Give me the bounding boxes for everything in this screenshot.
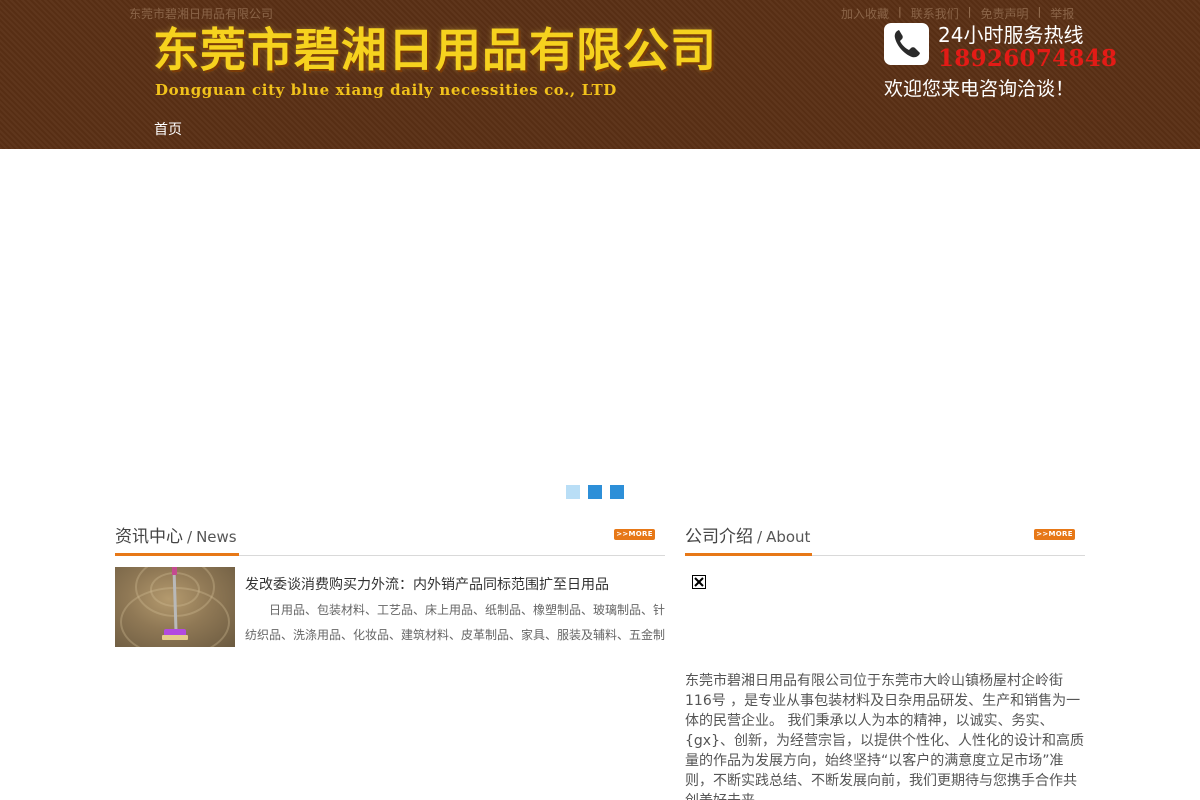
- hotline-number: 18926074848: [938, 45, 1118, 72]
- about-section-title: 公司介绍 / About: [685, 520, 813, 556]
- title-slash: /: [757, 528, 763, 546]
- about-description: 东莞市碧湘日用品有限公司位于东莞市大岭山镇杨屋村企岭街116号 ，是专业从事包装…: [685, 673, 1084, 800]
- company-logo-english: Dongguan city blue xiang daily necessiti…: [155, 81, 617, 99]
- news-item-desc: 日用品、包装材料、工艺品、床上用品、纸制品、橡塑制品、玻璃制品、针纺织品、洗涤用…: [245, 603, 665, 642]
- title-slash: /: [187, 528, 193, 546]
- news-section-title: 资讯中心 / News: [115, 520, 239, 556]
- slider-dots: [566, 485, 624, 499]
- mop-icon: [162, 567, 188, 640]
- about-title-cn: 公司介绍: [685, 527, 753, 547]
- about-title-en: About: [766, 528, 811, 546]
- news-title-cn: 资讯中心: [115, 527, 183, 547]
- news-title-en: News: [196, 528, 237, 546]
- service-hotline: 24小时服务热线 18926074848 欢迎您来电咨询洽谈！: [882, 18, 1117, 102]
- slider-dot-3[interactable]: [610, 485, 624, 499]
- phone-icon: [884, 23, 929, 65]
- slider-dot-1[interactable]: [566, 485, 580, 499]
- about-more-button[interactable]: >>MORE: [1034, 529, 1075, 540]
- broken-image-icon: [692, 575, 706, 589]
- list-item[interactable]: 发改委谈消费购买力外流：内外销产品同标范围扩至日用品 日用品、包装材料、工艺品、…: [115, 567, 665, 647]
- banner-slider: [0, 149, 1200, 514]
- slider-dot-2[interactable]: [588, 485, 602, 499]
- news-section-header: 资讯中心 / News >>MORE: [115, 520, 665, 556]
- news-thumbnail[interactable]: [115, 567, 235, 647]
- news-item-title[interactable]: 发改委谈消费购买力外流：内外销产品同标范围扩至日用品: [245, 574, 609, 594]
- main-nav: 首页: [154, 119, 182, 139]
- nav-item-home[interactable]: 首页: [154, 122, 182, 138]
- company-logo-chinese[interactable]: 东莞市碧湘日用品有限公司: [153, 14, 717, 80]
- site-header: 东莞市碧湘日用品有限公司 加入收藏 | 联系我们 | 免责声明 | 举报 东莞市…: [0, 0, 1200, 149]
- hotline-label: 24小时服务热线: [938, 23, 1084, 47]
- news-more-button[interactable]: >>MORE: [614, 529, 655, 540]
- hotline-welcome: 欢迎您来电咨询洽谈！: [884, 78, 1075, 100]
- about-section-header: 公司介绍 / About >>MORE: [685, 520, 1085, 556]
